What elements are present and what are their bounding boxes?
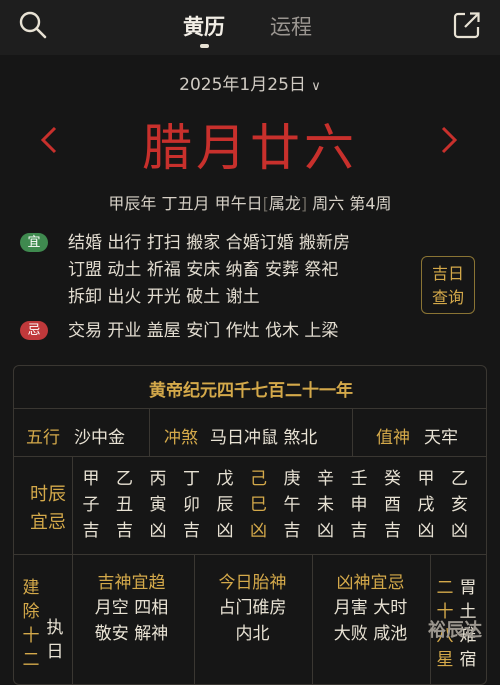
hour-gan: 丁 xyxy=(183,469,200,489)
hour-luck: 凶 xyxy=(451,521,468,541)
wuxing-value: 沙中金 xyxy=(74,428,125,448)
hour-gan: 甲 xyxy=(417,469,435,489)
taishen-list: 占门碓房 内北 xyxy=(218,598,287,644)
zhishen-value: 天牢 xyxy=(424,428,458,448)
ji-line: 交易 开业 盖屋 安门 作灶 伐木 上梁 xyxy=(68,321,339,341)
yi-line: 结婚 出行 打扫 搬家 合婚订婚 搬新房 xyxy=(68,233,351,253)
hour-luck: 吉 xyxy=(283,521,301,541)
ji-badge: 忌 xyxy=(20,321,48,340)
almanac-panel: 黄帝纪元四千七百二十一年 五行 沙中金 冲煞 马日冲鼠 煞北 值神 天牢 时辰 … xyxy=(13,365,487,685)
hour-column: 甲子吉 xyxy=(80,466,102,544)
jianchu-value: 执日 xyxy=(46,618,64,662)
hour-luck: 吉 xyxy=(82,521,100,541)
chevron-down-icon: ∨ xyxy=(311,79,321,94)
ganzhi-month: 丁丑月 xyxy=(161,194,210,213)
hour-gan: 壬 xyxy=(350,469,368,489)
wuxing-label: 五行 xyxy=(26,428,60,448)
tab-huangli[interactable]: 黄历 xyxy=(183,11,225,41)
search-icon[interactable] xyxy=(18,10,48,40)
jishen-list: 月空 四相 敬安 解神 xyxy=(94,598,169,644)
xiongshen-list: 月害 大时 大败 咸池 xyxy=(333,598,408,644)
jishen-label: 吉神宜趋 xyxy=(97,573,166,593)
hour-gan: 乙 xyxy=(451,469,468,489)
hour-luck: 吉 xyxy=(350,521,368,541)
share-icon[interactable] xyxy=(452,10,482,40)
week-number: 第4周 xyxy=(349,194,392,213)
hour-column: 丙寅凶 xyxy=(147,466,169,544)
yi-section: 宜 xyxy=(20,230,58,257)
ganzhi-day: 甲午日 xyxy=(214,194,263,213)
hour-column: 癸酉吉 xyxy=(382,466,404,544)
weekday: 周六 xyxy=(312,194,345,213)
hour-column: 戊辰凶 xyxy=(214,466,236,544)
hour-gan: 戊 xyxy=(216,469,234,489)
ji-section: 忌 xyxy=(20,318,58,345)
hour-column: 乙亥凶 xyxy=(449,466,471,544)
hour-zhi: 巳 xyxy=(250,495,267,515)
hour-zhi: 丑 xyxy=(116,495,133,515)
ganzhi-year: 甲辰年 xyxy=(108,194,157,213)
xiongshen-label: 凶神宜忌 xyxy=(336,573,405,593)
hour-luck: 凶 xyxy=(149,521,167,541)
jianchu-label: 建除十二 xyxy=(22,578,40,670)
date-picker[interactable]: 2025年1月25日 ∨ xyxy=(0,70,500,95)
hour-column: 丁卯吉 xyxy=(181,466,203,544)
hour-gan: 甲 xyxy=(82,469,100,489)
hour-zhi: 亥 xyxy=(451,495,468,515)
hour-zhi: 未 xyxy=(317,495,334,515)
hour-gan: 乙 xyxy=(116,469,133,489)
hour-zhi: 辰 xyxy=(216,495,234,515)
hour-column: 庚午吉 xyxy=(281,466,303,544)
hour-zhi: 酉 xyxy=(384,495,401,515)
era-title: 黄帝纪元四千七百二十一年 xyxy=(149,381,353,401)
top-bar: 黄历 运程 xyxy=(0,0,500,55)
hour-zhi: 午 xyxy=(283,495,301,515)
jiri-query-button[interactable]: 吉日 查询 xyxy=(421,256,475,314)
zhishen-label: 值神 xyxy=(376,428,410,448)
hour-luck: 凶 xyxy=(417,521,435,541)
hour-column: 己巳凶 xyxy=(248,466,270,544)
hour-luck: 凶 xyxy=(250,521,267,541)
lunar-date: 腊月廿六 xyxy=(142,119,358,177)
hour-zhi: 卯 xyxy=(183,495,200,515)
hour-zhi: 申 xyxy=(350,495,368,515)
hour-luck: 吉 xyxy=(183,521,200,541)
shichen-label: 时辰 宜忌 xyxy=(30,484,66,533)
hour-luck: 吉 xyxy=(116,521,133,541)
hour-gan: 庚 xyxy=(283,469,301,489)
hour-gan: 丙 xyxy=(149,469,167,489)
yi-line: 订盟 动土 祈福 安床 纳畜 安葬 祭祀 xyxy=(68,260,339,280)
hour-gan: 辛 xyxy=(317,469,334,489)
hour-column: 壬申吉 xyxy=(348,466,370,544)
hour-gan: 癸 xyxy=(384,469,401,489)
zodiac: 属龙 xyxy=(268,194,301,213)
hour-column: 乙丑吉 xyxy=(114,466,136,544)
hour-zhi: 寅 xyxy=(149,495,167,515)
chongsha-value: 马日冲鼠 煞北 xyxy=(210,428,318,448)
active-tab-indicator xyxy=(200,44,209,48)
hour-luck: 凶 xyxy=(216,521,234,541)
yi-badge: 宜 xyxy=(20,233,48,252)
hour-column: 辛未凶 xyxy=(315,466,337,544)
taishen-label: 今日胎神 xyxy=(218,573,287,593)
hour-zhi: 子 xyxy=(82,495,100,515)
chevron-right-icon[interactable] xyxy=(440,125,458,155)
hour-gan: 己 xyxy=(250,469,267,489)
hour-zhi: 戌 xyxy=(417,495,435,515)
chongsha-label: 冲煞 xyxy=(164,428,198,448)
hour-luck: 吉 xyxy=(384,521,401,541)
hour-column: 甲戌凶 xyxy=(415,466,437,544)
tab-yuncheng[interactable]: 运程 xyxy=(270,11,312,41)
ganzhi-line: 甲辰年 丁丑月 甲午日[属龙] 周六 第4周 xyxy=(108,194,392,213)
solar-date: 2025年1月25日 xyxy=(179,75,306,95)
hour-luck: 凶 xyxy=(317,521,334,541)
ji-list: 交易 开业 盖屋 安门 作灶 伐木 上梁 xyxy=(68,318,428,345)
yi-list: 结婚 出行 打扫 搬家 合婚订婚 搬新房 订盟 动土 祈福 安床 纳畜 安葬 祭… xyxy=(68,230,428,311)
yi-line: 拆卸 出火 开光 破土 谢土 xyxy=(68,287,260,307)
watermark-logo: 裕辰达 xyxy=(428,620,482,641)
